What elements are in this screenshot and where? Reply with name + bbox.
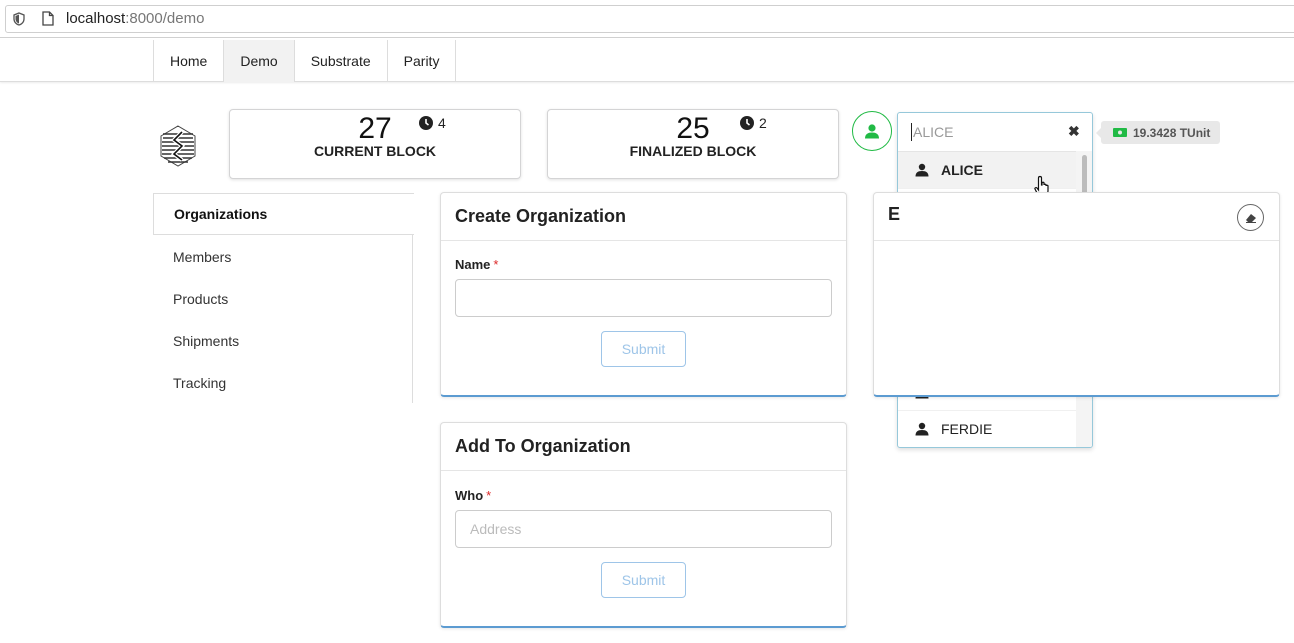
top-nav-bar: Home Demo Substrate Parity: [0, 40, 1294, 82]
clear-events-button[interactable]: [1237, 204, 1264, 231]
nav-item-parity[interactable]: Parity: [388, 40, 457, 82]
finalized-block-card: 25 FINALIZED BLOCK 2: [547, 109, 839, 179]
shield-icon: [13, 12, 25, 26]
user-icon: [915, 163, 929, 177]
finalized-block-label: FINALIZED BLOCK: [629, 143, 757, 159]
nav-item-home[interactable]: Home: [154, 40, 225, 82]
user-icon: [865, 124, 879, 139]
account-option[interactable]: FERDIE: [898, 411, 1076, 447]
current-block-label: CURRENT BLOCK: [313, 143, 437, 159]
user-icon: [915, 422, 929, 436]
sidebar-item-shipments[interactable]: Shipments: [153, 320, 413, 362]
balance-label: 19.3428 TUnit: [1095, 121, 1221, 144]
finalized-block-timer-value: 2: [759, 115, 767, 131]
url-host: localhost: [66, 10, 126, 27]
clock-icon: [419, 116, 433, 130]
events-card-title: E: [888, 204, 901, 224]
who-label-text: Who: [455, 488, 484, 503]
add-to-organization-card: Add To Organization Who * Address Submit: [440, 422, 847, 628]
create-organization-title: Create Organization: [441, 193, 846, 241]
nav-item-demo[interactable]: Demo: [224, 40, 295, 82]
nav-item-substrate[interactable]: Substrate: [295, 40, 388, 82]
current-block-timer-value: 4: [438, 115, 446, 131]
eraser-icon: [1245, 213, 1256, 223]
account-option-label: FERDIE: [941, 421, 993, 437]
who-field-label: Who *: [455, 488, 491, 503]
sidebar-item-members[interactable]: Members: [153, 236, 413, 278]
required-mark: *: [486, 488, 492, 503]
text-caret: [911, 123, 912, 141]
browser-toolbar: localhost:8000/demo: [0, 0, 1294, 38]
current-block-card: 27 CURRENT BLOCK 4: [229, 109, 521, 179]
clear-icon[interactable]: ✖: [1068, 123, 1080, 140]
url-path: :8000/demo: [125, 10, 205, 27]
create-organization-card: Create Organization Name * Submit: [440, 192, 847, 397]
events-card-header: [874, 193, 1279, 241]
create-organization-submit-button[interactable]: Submit: [601, 331, 686, 367]
add-to-organization-submit-button[interactable]: Submit: [601, 562, 686, 598]
account-search-input[interactable]: ALICE ✖: [898, 113, 1092, 151]
finalized-block-timer: 2: [740, 115, 767, 131]
balance-value: 19.3428 TUnit: [1133, 125, 1211, 140]
top-nav: Home Demo Substrate Parity: [153, 40, 457, 82]
required-mark: *: [493, 257, 499, 272]
account-option-label: ALICE: [941, 162, 983, 178]
money-icon: [1113, 128, 1127, 137]
clock-icon: [740, 116, 754, 130]
name-field-label: Name *: [455, 257, 498, 272]
page-icon: [42, 11, 54, 26]
url-text[interactable]: localhost:8000/demo: [66, 10, 204, 27]
sidebar-item-products[interactable]: Products: [153, 278, 413, 320]
account-search-value: ALICE: [913, 124, 954, 140]
substrate-logo-icon: [160, 125, 196, 167]
add-to-organization-title: Add To Organization: [441, 423, 846, 471]
account-avatar[interactable]: [852, 111, 892, 151]
sidebar-item-tracking[interactable]: Tracking: [153, 362, 413, 404]
name-label-text: Name: [455, 257, 491, 272]
organization-name-input[interactable]: [455, 279, 832, 317]
sidebar-menu: Organizations Members Products Shipments…: [153, 193, 414, 404]
who-address-input[interactable]: Address: [455, 510, 832, 548]
current-block-timer: 4: [419, 115, 446, 131]
sidebar-item-organizations[interactable]: Organizations: [153, 193, 414, 235]
current-block-value: 27: [358, 112, 392, 145]
finalized-block-value: 25: [676, 112, 710, 145]
events-card: E: [873, 192, 1280, 397]
